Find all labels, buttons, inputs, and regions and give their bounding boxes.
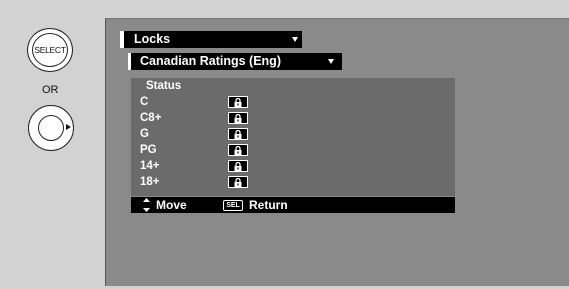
status-header: Status [146, 80, 182, 92]
or-label: OR [42, 84, 59, 96]
rating-row-18plus[interactable]: 18+ [131, 174, 331, 190]
move-label: Move [156, 198, 187, 212]
sel-badge-icon: SEL [223, 200, 243, 211]
locks-bar-edge [120, 31, 124, 48]
rating-row-14plus[interactable]: 14+ [131, 158, 331, 174]
rating-label: G [140, 128, 149, 140]
rating-row-pg[interactable]: PG [131, 142, 331, 158]
rating-label: C [140, 96, 149, 108]
locks-menu-dropdown[interactable]: Locks [120, 31, 302, 48]
rating-label: C8+ [140, 112, 162, 124]
joystick-right-arrow-icon [66, 124, 71, 130]
lock-icon[interactable] [228, 160, 248, 172]
rating-row-g[interactable]: G [131, 126, 331, 142]
lock-icon[interactable] [228, 96, 248, 108]
lock-icon[interactable] [228, 176, 248, 188]
tv-screen: Locks Canadian Ratings (Eng) Status C C8… [105, 18, 569, 286]
rating-label: 18+ [140, 176, 160, 188]
locks-menu-title: Locks [134, 32, 171, 46]
remote-guide-panel: SELECT OR [0, 0, 100, 289]
rating-row-c[interactable]: C [131, 94, 331, 110]
joystick-icon [28, 105, 74, 151]
select-button-icon: SELECT [27, 28, 73, 72]
rating-system-label: Canadian Ratings (Eng) [140, 54, 281, 68]
up-down-arrows-icon [143, 198, 150, 212]
rating-label: 14+ [140, 160, 160, 172]
return-label: Return [249, 198, 288, 212]
lock-icon[interactable] [228, 144, 248, 156]
rating-label: PG [140, 144, 157, 156]
ratings-panel: Status C C8+ G PG 14+ 18+ [131, 78, 455, 196]
chevron-down-icon [328, 59, 334, 64]
select-button-label: SELECT [32, 33, 68, 67]
rating-system-dropdown[interactable]: Canadian Ratings (Eng) [128, 53, 342, 70]
chevron-down-icon [292, 37, 298, 42]
lock-icon[interactable] [228, 128, 248, 140]
rating-row-c8plus[interactable]: C8+ [131, 110, 331, 126]
lock-icon[interactable] [228, 112, 248, 124]
rating-bar-edge [128, 53, 131, 70]
joystick-center [38, 115, 64, 141]
help-bar: Move SEL Return [131, 197, 455, 213]
